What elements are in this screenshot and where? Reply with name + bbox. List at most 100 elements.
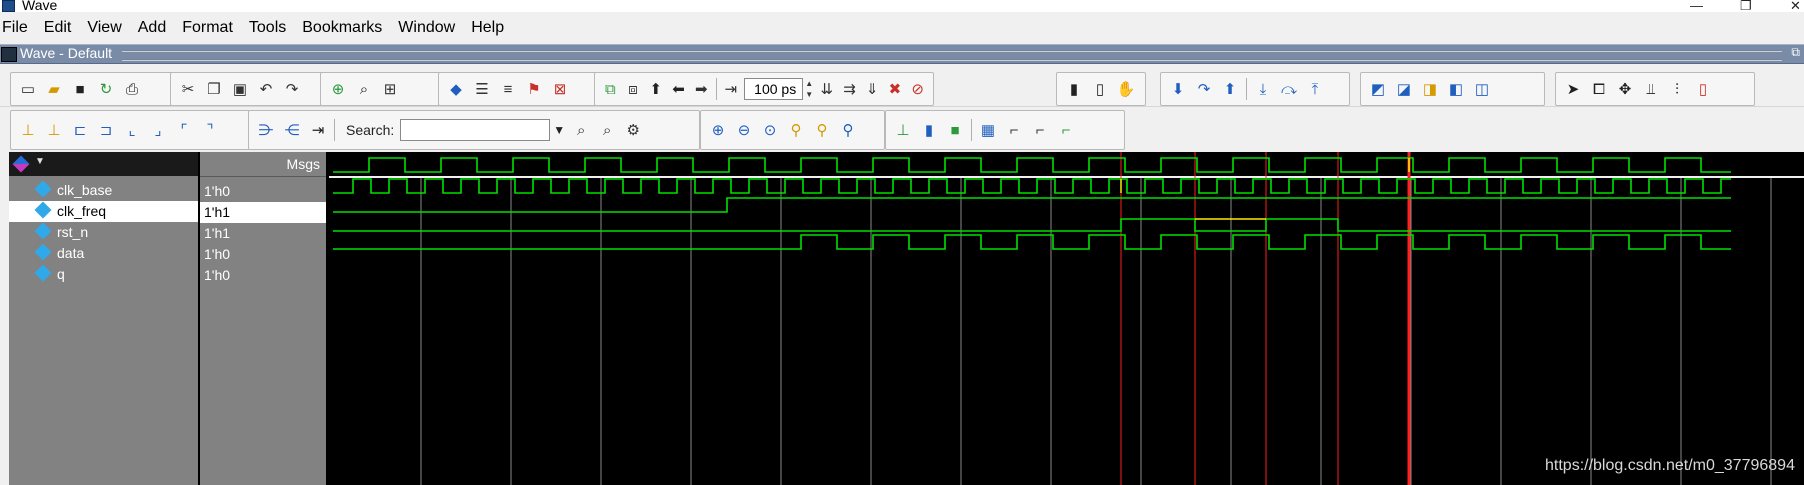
run-all-icon[interactable]: ⇓	[863, 78, 882, 100]
value-row[interactable]: 1'h0	[200, 181, 326, 202]
next-edge-icon[interactable]: ⊐	[95, 119, 117, 141]
continue-icon[interactable]: ⇉	[840, 78, 859, 100]
grid-icon[interactable]: ▦	[977, 119, 999, 141]
pointer-icon[interactable]: ➤	[1562, 78, 1584, 100]
cursor-icon[interactable]: ⫶	[1666, 78, 1688, 100]
menu-help[interactable]: Help	[463, 19, 512, 37]
wave-window-header[interactable]: Wave - Default ⧉	[0, 44, 1804, 64]
step-into-icon[interactable]: ⬇	[1167, 78, 1189, 100]
wave-group-icon[interactable]	[12, 155, 30, 173]
undo-icon[interactable]: ↶	[255, 78, 277, 100]
next-rising-icon[interactable]: ⌝	[199, 119, 221, 141]
waveform-canvas[interactable]	[329, 152, 1804, 485]
stop-sim-icon[interactable]: ⊘	[908, 78, 927, 100]
step-out-dark-icon[interactable]: ⤒	[1304, 78, 1326, 100]
zoom-mode-icon[interactable]: ⧠	[1588, 78, 1610, 100]
step-out-icon[interactable]: ⬆	[1219, 78, 1241, 100]
chart-icon[interactable]: ▯	[1089, 78, 1111, 100]
pin-icon[interactable]: ⊞	[379, 78, 401, 100]
add-icon[interactable]: ⊕	[327, 78, 349, 100]
prev-rising-icon[interactable]: ⌜	[173, 119, 195, 141]
waveform-pane[interactable]	[329, 152, 1804, 485]
menu-window[interactable]: Window	[390, 19, 463, 37]
search-next-icon[interactable]: ⌕	[596, 119, 618, 141]
up-arrow-icon[interactable]: ⬆	[646, 78, 665, 100]
lock-cursor-icon[interactable]: ⇥	[307, 119, 329, 141]
menu-view[interactable]: View	[79, 19, 129, 37]
step-into-dark-icon[interactable]: ⤓	[1252, 78, 1274, 100]
layout2-icon[interactable]: ◪	[1393, 78, 1415, 100]
signal-row[interactable]: rst_n	[9, 222, 198, 243]
minimize-icon[interactable]: —	[1690, 0, 1703, 13]
simulate-icon[interactable]: ☰	[471, 78, 493, 100]
signal-row[interactable]: q	[9, 264, 198, 285]
redo-icon[interactable]: ↷	[281, 78, 303, 100]
step-over-icon[interactable]: ↷	[1193, 78, 1215, 100]
zoom-range-icon[interactable]: ⚲	[811, 119, 833, 141]
close-icon[interactable]: ✕	[1790, 0, 1801, 14]
back-icon[interactable]: ⬅	[669, 78, 688, 100]
signal-row[interactable]: clk_base	[9, 180, 198, 201]
find-icon[interactable]: ⌕	[353, 78, 375, 100]
layout3-icon[interactable]: ◨	[1419, 78, 1441, 100]
layout-icon[interactable]: ◩	[1367, 78, 1389, 100]
break-icon[interactable]: ⚑	[523, 78, 545, 100]
cut-icon[interactable]: ✂	[177, 78, 199, 100]
falling-mode-icon[interactable]: ⌐	[1029, 119, 1051, 141]
new-icon[interactable]: ▭	[17, 78, 39, 100]
reload-icon[interactable]: ↻	[95, 78, 117, 100]
zoom-input[interactable]: 100 ps	[744, 78, 804, 100]
zoom-step-icon[interactable]: ⇥	[721, 78, 740, 100]
rising-mode-icon[interactable]: ⌐	[1003, 119, 1025, 141]
layout4-icon[interactable]: ◧	[1445, 78, 1467, 100]
break-at-icon[interactable]: ✖	[886, 78, 905, 100]
search-opt-icon[interactable]: ⚙	[622, 119, 644, 141]
restart-icon[interactable]: ≡	[497, 78, 519, 100]
zoom-in-icon[interactable]: ⊕	[707, 119, 729, 141]
zoom-cursor-icon[interactable]: ⚲	[785, 119, 807, 141]
step-over-dark-icon[interactable]: ⤼	[1278, 78, 1300, 100]
box-mode-icon[interactable]: ■	[944, 119, 966, 141]
move-icon[interactable]: ✥	[1614, 78, 1636, 100]
copy-icon[interactable]: ❐	[203, 78, 225, 100]
restore-icon[interactable]: ❐	[1740, 0, 1752, 14]
hand-icon[interactable]: ✋	[1115, 78, 1137, 100]
insert-cursor-icon[interactable]: ⋺	[255, 119, 277, 141]
prev-falling-icon[interactable]: ⌞	[121, 119, 143, 141]
search-prev-icon[interactable]: ⌕	[570, 119, 592, 141]
dataflow-icon[interactable]: ▮	[1063, 78, 1085, 100]
menu-tools[interactable]: Tools	[241, 19, 294, 37]
search-dropdown-icon[interactable]: ▼	[550, 119, 568, 141]
signal-mode-icon[interactable]: ⊥	[892, 119, 914, 141]
drag-grip[interactable]	[122, 50, 1782, 61]
wave-window-close-icon[interactable]: ⧉	[1791, 45, 1800, 60]
open-icon[interactable]: ▰	[43, 78, 65, 100]
search-input[interactable]	[400, 119, 551, 141]
run-icon[interactable]: ⇊	[817, 78, 836, 100]
zoom-last-icon[interactable]: ⚲	[837, 119, 859, 141]
bar-mode-icon[interactable]: ▮	[918, 119, 940, 141]
next-falling-icon[interactable]: ⌟	[147, 119, 169, 141]
save-icon[interactable]: ■	[69, 78, 91, 100]
edit-icon[interactable]: ⫫	[1640, 78, 1662, 100]
layout5-icon[interactable]: ◫	[1471, 78, 1493, 100]
zoom-full-icon[interactable]: ⊙	[759, 119, 781, 141]
zoom-spinner[interactable]: ▲ ▼	[805, 78, 815, 100]
menu-add[interactable]: Add	[130, 19, 174, 37]
print-icon[interactable]: ⎙	[121, 78, 143, 100]
up-icon[interactable]: ⧈	[624, 78, 643, 100]
menu-format[interactable]: Format	[174, 19, 241, 37]
stop-icon[interactable]: ⊠	[549, 78, 571, 100]
menu-edit[interactable]: Edit	[36, 19, 80, 37]
prev-edge-icon[interactable]: ⊏	[69, 119, 91, 141]
waves-icon[interactable]: ▯	[1692, 78, 1714, 100]
menu-bookmarks[interactable]: Bookmarks	[294, 19, 390, 37]
value-row[interactable]: 1'h0	[200, 244, 326, 265]
signal-row-selected[interactable]: clk_freq	[9, 201, 198, 222]
forward-icon[interactable]: ➡	[692, 78, 711, 100]
chevron-down-icon[interactable]: ▼	[35, 156, 45, 167]
zoom-out-icon[interactable]: ⊖	[733, 119, 755, 141]
step-icon[interactable]: ⧉	[601, 78, 620, 100]
delete-cursor-icon[interactable]: ⋲	[281, 119, 303, 141]
signal-row[interactable]: data	[9, 243, 198, 264]
